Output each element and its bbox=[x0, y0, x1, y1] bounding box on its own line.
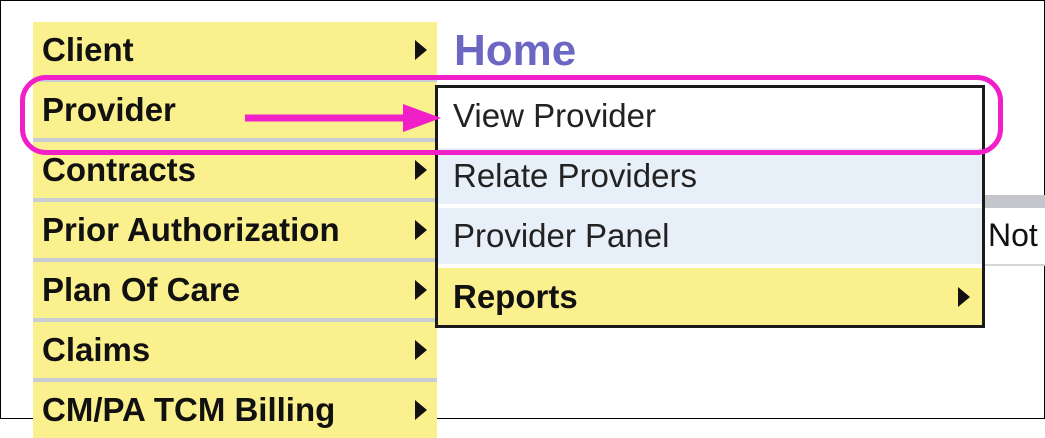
menu-item-label: Client bbox=[42, 31, 134, 68]
triangle-right-icon bbox=[415, 40, 427, 60]
submenu-item-label: Relate Providers bbox=[453, 157, 697, 194]
triangle-right-icon bbox=[415, 340, 427, 360]
content-partial-text: Not bbox=[988, 217, 1038, 253]
annotation-highlight bbox=[20, 75, 1003, 155]
menu-item-label: CM/PA TCM Billing bbox=[42, 391, 336, 428]
menu-item-label: Prior Authorization bbox=[42, 211, 340, 248]
annotation-arrow-icon bbox=[245, 104, 441, 132]
menu-item-label: Plan Of Care bbox=[42, 271, 241, 308]
menu-item-claims[interactable]: Claims bbox=[33, 322, 437, 378]
submenu-item-provider-panel[interactable]: Provider Panel bbox=[438, 208, 982, 266]
page-title: Home bbox=[454, 26, 577, 75]
menu-item-plan-of-care[interactable]: Plan Of Care bbox=[33, 262, 437, 318]
triangle-right-icon bbox=[958, 286, 970, 307]
menu-item-label: Claims bbox=[42, 331, 151, 368]
content-header-strip bbox=[985, 195, 1045, 208]
triangle-right-icon bbox=[415, 160, 427, 180]
triangle-right-icon bbox=[415, 220, 427, 240]
submenu-item-label: Reports bbox=[453, 277, 578, 315]
submenu-item-relate-providers[interactable]: Relate Providers bbox=[438, 148, 982, 206]
submenu-item-label: Provider Panel bbox=[453, 217, 670, 254]
triangle-right-icon bbox=[415, 280, 427, 300]
menu-item-cm-pa-tcm-billing[interactable]: CM/PA TCM Billing bbox=[33, 382, 437, 438]
menu-item-prior-authorization[interactable]: Prior Authorization bbox=[33, 202, 437, 258]
submenu-item-reports[interactable]: Reports bbox=[438, 268, 982, 325]
menu-item-client[interactable]: Client bbox=[33, 22, 437, 78]
menu-item-label: Contracts bbox=[42, 151, 197, 188]
triangle-right-icon bbox=[415, 400, 427, 420]
